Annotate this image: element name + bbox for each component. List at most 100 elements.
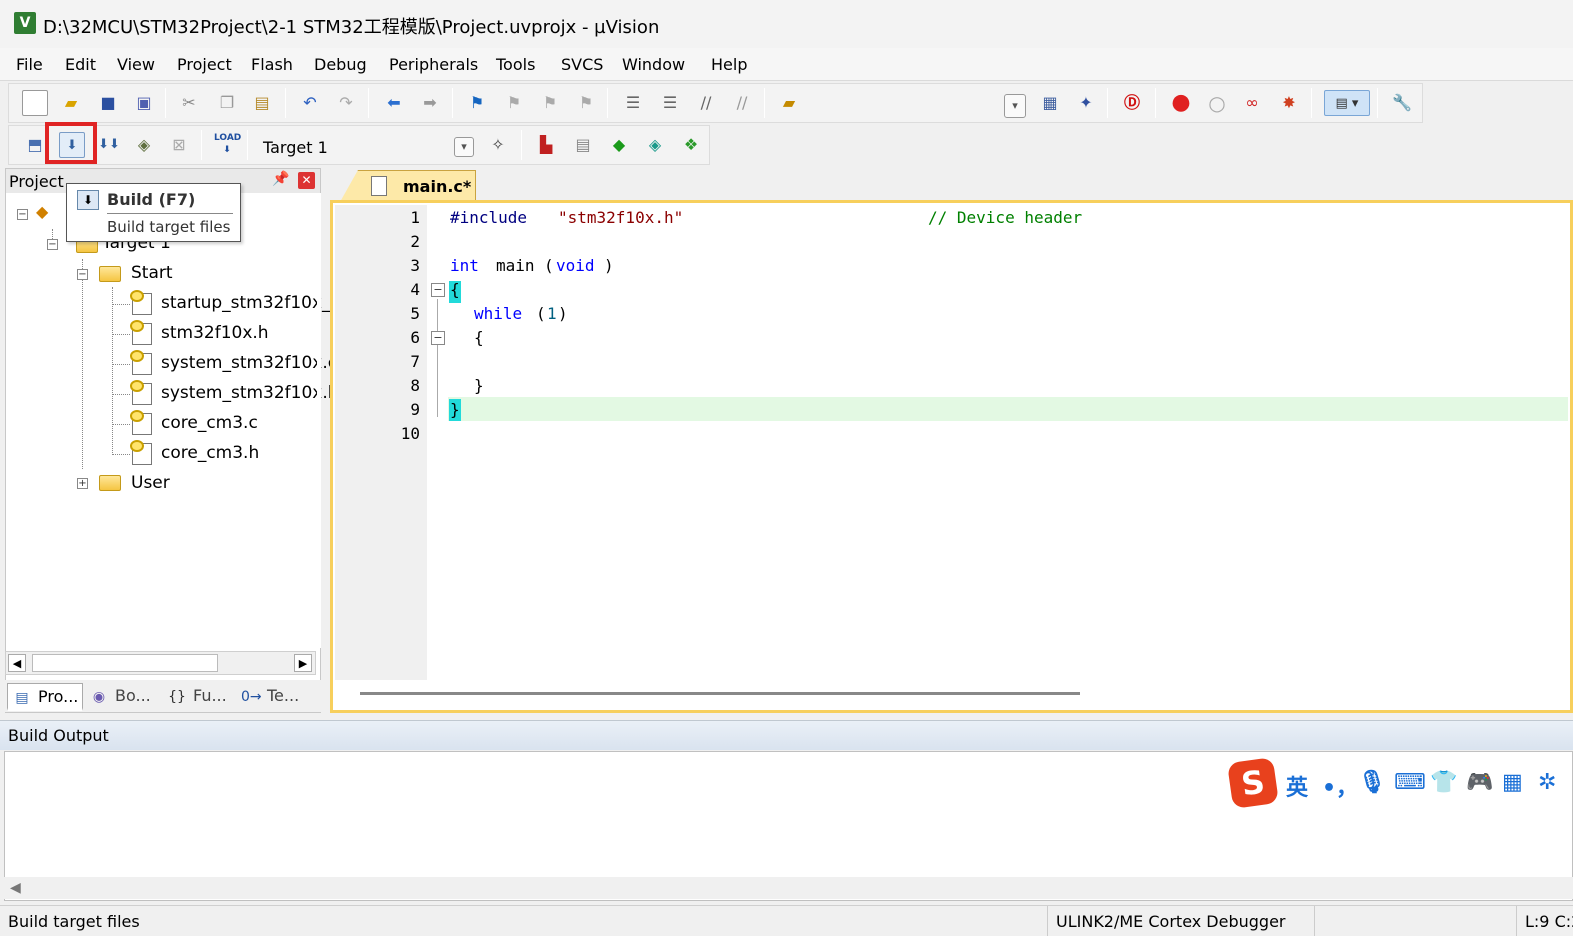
save-all-icon[interactable]: ▣ xyxy=(131,90,157,116)
menu-file[interactable]: File xyxy=(16,55,43,74)
target-select[interactable]: Target 1 ▾ xyxy=(250,131,476,161)
pack-installer-icon[interactable]: ◆ xyxy=(606,132,632,158)
tree-file[interactable]: system_stm32f10x.h xyxy=(161,383,339,403)
menu-help[interactable]: Help xyxy=(711,55,747,74)
bookmark-icon[interactable]: ⚑ xyxy=(464,90,490,116)
collapse-toggle[interactable]: − xyxy=(17,209,28,220)
cut-icon[interactable]: ✂ xyxy=(176,90,202,116)
menu-peripherals[interactable]: Peripherals xyxy=(389,55,478,74)
menu-edit[interactable]: Edit xyxy=(65,55,96,74)
editor-horizontal-scrollbar[interactable] xyxy=(360,692,1080,695)
tree-file[interactable]: core_cm3.h xyxy=(161,443,259,463)
tree-file[interactable]: stm32f10x.h xyxy=(161,323,269,343)
new-file-icon[interactable] xyxy=(22,90,48,116)
microphone-icon[interactable]: 🎙 xyxy=(1358,770,1386,795)
menu-window[interactable]: Window xyxy=(622,55,685,74)
stop-build-icon[interactable]: ⊠ xyxy=(166,132,192,158)
undo-icon[interactable]: ↶ xyxy=(297,90,323,116)
manage-rte-icon[interactable]: ◈ xyxy=(642,132,668,158)
expand-toggle[interactable]: + xyxy=(77,478,88,489)
menu-debug[interactable]: Debug xyxy=(314,55,367,74)
ime-logo-icon[interactable]: S xyxy=(1227,757,1279,809)
tab-functions[interactable]: {} Fu... xyxy=(163,683,235,711)
find-in-files-icon[interactable]: ▰ xyxy=(776,90,802,116)
collapse-toggle[interactable]: − xyxy=(77,269,88,280)
breakpoint-icon[interactable]: ● xyxy=(1168,90,1194,116)
tree-file[interactable]: core_cm3.c xyxy=(161,413,258,433)
tree-file[interactable]: system_stm32f10x.c xyxy=(161,353,337,373)
toolbox-icon[interactable]: ▦ xyxy=(1502,770,1523,795)
close-icon[interactable]: ✕ xyxy=(298,172,315,189)
code-punct: ( xyxy=(544,256,554,275)
scroll-thumb[interactable] xyxy=(32,654,218,672)
navigate-forward-icon[interactable]: ➡ xyxy=(417,90,443,116)
options-for-target-icon[interactable]: ✧ xyxy=(485,132,511,158)
configure-icon[interactable]: 🔧 xyxy=(1389,90,1415,116)
manage-components-icon[interactable]: ▙ xyxy=(533,132,559,158)
comment-icon[interactable]: // xyxy=(693,90,719,116)
tree-group-user[interactable]: User xyxy=(131,473,170,493)
tab-books[interactable]: ◉ Bo... xyxy=(85,683,157,711)
redo-icon[interactable]: ↷ xyxy=(333,90,359,116)
menu-tools[interactable]: Tools xyxy=(496,55,535,74)
save-icon[interactable]: ■ xyxy=(95,90,121,116)
project-horizontal-scrollbar[interactable]: ◀ ▶ xyxy=(5,651,316,675)
tab-main-c[interactable]: main.c* xyxy=(340,170,476,202)
software-packs-icon[interactable]: ❖ xyxy=(678,132,704,158)
copy-icon[interactable]: ❐ xyxy=(214,90,240,116)
tree-group-start[interactable]: Start xyxy=(131,263,173,283)
collapse-toggle[interactable]: − xyxy=(47,239,58,250)
rebuild-icon[interactable]: ⬇⬇ xyxy=(96,132,122,158)
ime-language-toggle[interactable]: 英 xyxy=(1286,770,1308,802)
menu-bar: File Edit View Project Flash Debug Perip… xyxy=(0,48,1573,81)
scroll-left-icon[interactable]: ◀ xyxy=(10,880,21,896)
paste-icon[interactable]: ▤ xyxy=(249,90,275,116)
scroll-right-icon[interactable]: ▶ xyxy=(294,654,312,672)
menu-view[interactable]: View xyxy=(117,55,155,74)
indent-icon[interactable]: ☰ xyxy=(620,90,646,116)
pin-icon[interactable]: 📌 xyxy=(272,171,289,187)
disable-breakpoint-icon[interactable]: ○ xyxy=(1204,90,1230,116)
target-label: Target 1 xyxy=(263,138,328,157)
gamepad-icon[interactable]: 🎮 xyxy=(1466,770,1493,795)
tab-templates[interactable]: 0→ Te... xyxy=(237,683,315,711)
code-editor[interactable] xyxy=(330,200,1573,713)
navigate-back-icon[interactable]: ⬅ xyxy=(381,90,407,116)
batch-build-icon[interactable]: ◈ xyxy=(131,132,157,158)
fold-toggle[interactable]: − xyxy=(431,283,445,297)
project-tab-icon: ▤ xyxy=(15,690,29,706)
build-output-scrollbar[interactable]: ◀ xyxy=(4,877,1573,899)
line-number: 2 xyxy=(410,232,420,251)
keyboard-icon[interactable]: ⌨ xyxy=(1394,770,1426,795)
debug-session-icon[interactable]: Ⓓ xyxy=(1119,90,1145,116)
load-download-icon[interactable]: LOAD ⬇ xyxy=(214,132,241,158)
next-bookmark-icon[interactable]: ⚑ xyxy=(537,90,563,116)
disable-all-breakpoints-icon[interactable]: ∞ xyxy=(1239,90,1265,116)
file-toolbar: ▰ ■ ▣ ✂ ❐ ▤ ↶ ↷ ⬅ ➡ ⚑ ⚑ ⚑ ⚑ ☰ ☰ // // ▰ … xyxy=(8,83,1423,123)
app-icon: V xyxy=(14,12,36,34)
clear-bookmarks-icon[interactable]: ⚑ xyxy=(573,90,599,116)
find-combo-arrow[interactable]: ▾ xyxy=(1004,94,1026,118)
current-line-highlight xyxy=(448,397,1568,421)
menu-project[interactable]: Project xyxy=(177,55,232,74)
kill-breakpoints-icon[interactable]: ✸ xyxy=(1276,90,1302,116)
fold-toggle[interactable]: − xyxy=(431,331,445,345)
menu-svcs[interactable]: SVCS xyxy=(561,55,603,74)
window-layout-icon[interactable]: ▤ ▾ xyxy=(1324,90,1370,116)
open-file-icon[interactable]: ▰ xyxy=(58,90,84,116)
skin-icon[interactable]: 👕 xyxy=(1430,770,1457,795)
tab-project[interactable]: ▤ Pro... xyxy=(7,683,83,711)
chevron-down-icon[interactable]: ▾ xyxy=(454,137,474,157)
select-packs-icon[interactable]: ▤ xyxy=(570,132,596,158)
project-root-icon: ◆ xyxy=(36,202,49,221)
templates-icon: 0→ xyxy=(241,689,262,705)
ime-punctuation-toggle[interactable]: •， xyxy=(1322,770,1358,802)
scroll-left-icon[interactable]: ◀ xyxy=(8,654,26,672)
prev-bookmark-icon[interactable]: ⚑ xyxy=(501,90,527,116)
find-icon[interactable]: ▦ xyxy=(1037,90,1063,116)
uncomment-icon[interactable]: // xyxy=(729,90,755,116)
settings-icon[interactable]: ✲ xyxy=(1538,770,1556,795)
menu-flash[interactable]: Flash xyxy=(251,55,293,74)
unindent-icon[interactable]: ☰ xyxy=(657,90,683,116)
incremental-find-icon[interactable]: ✦ xyxy=(1073,90,1099,116)
